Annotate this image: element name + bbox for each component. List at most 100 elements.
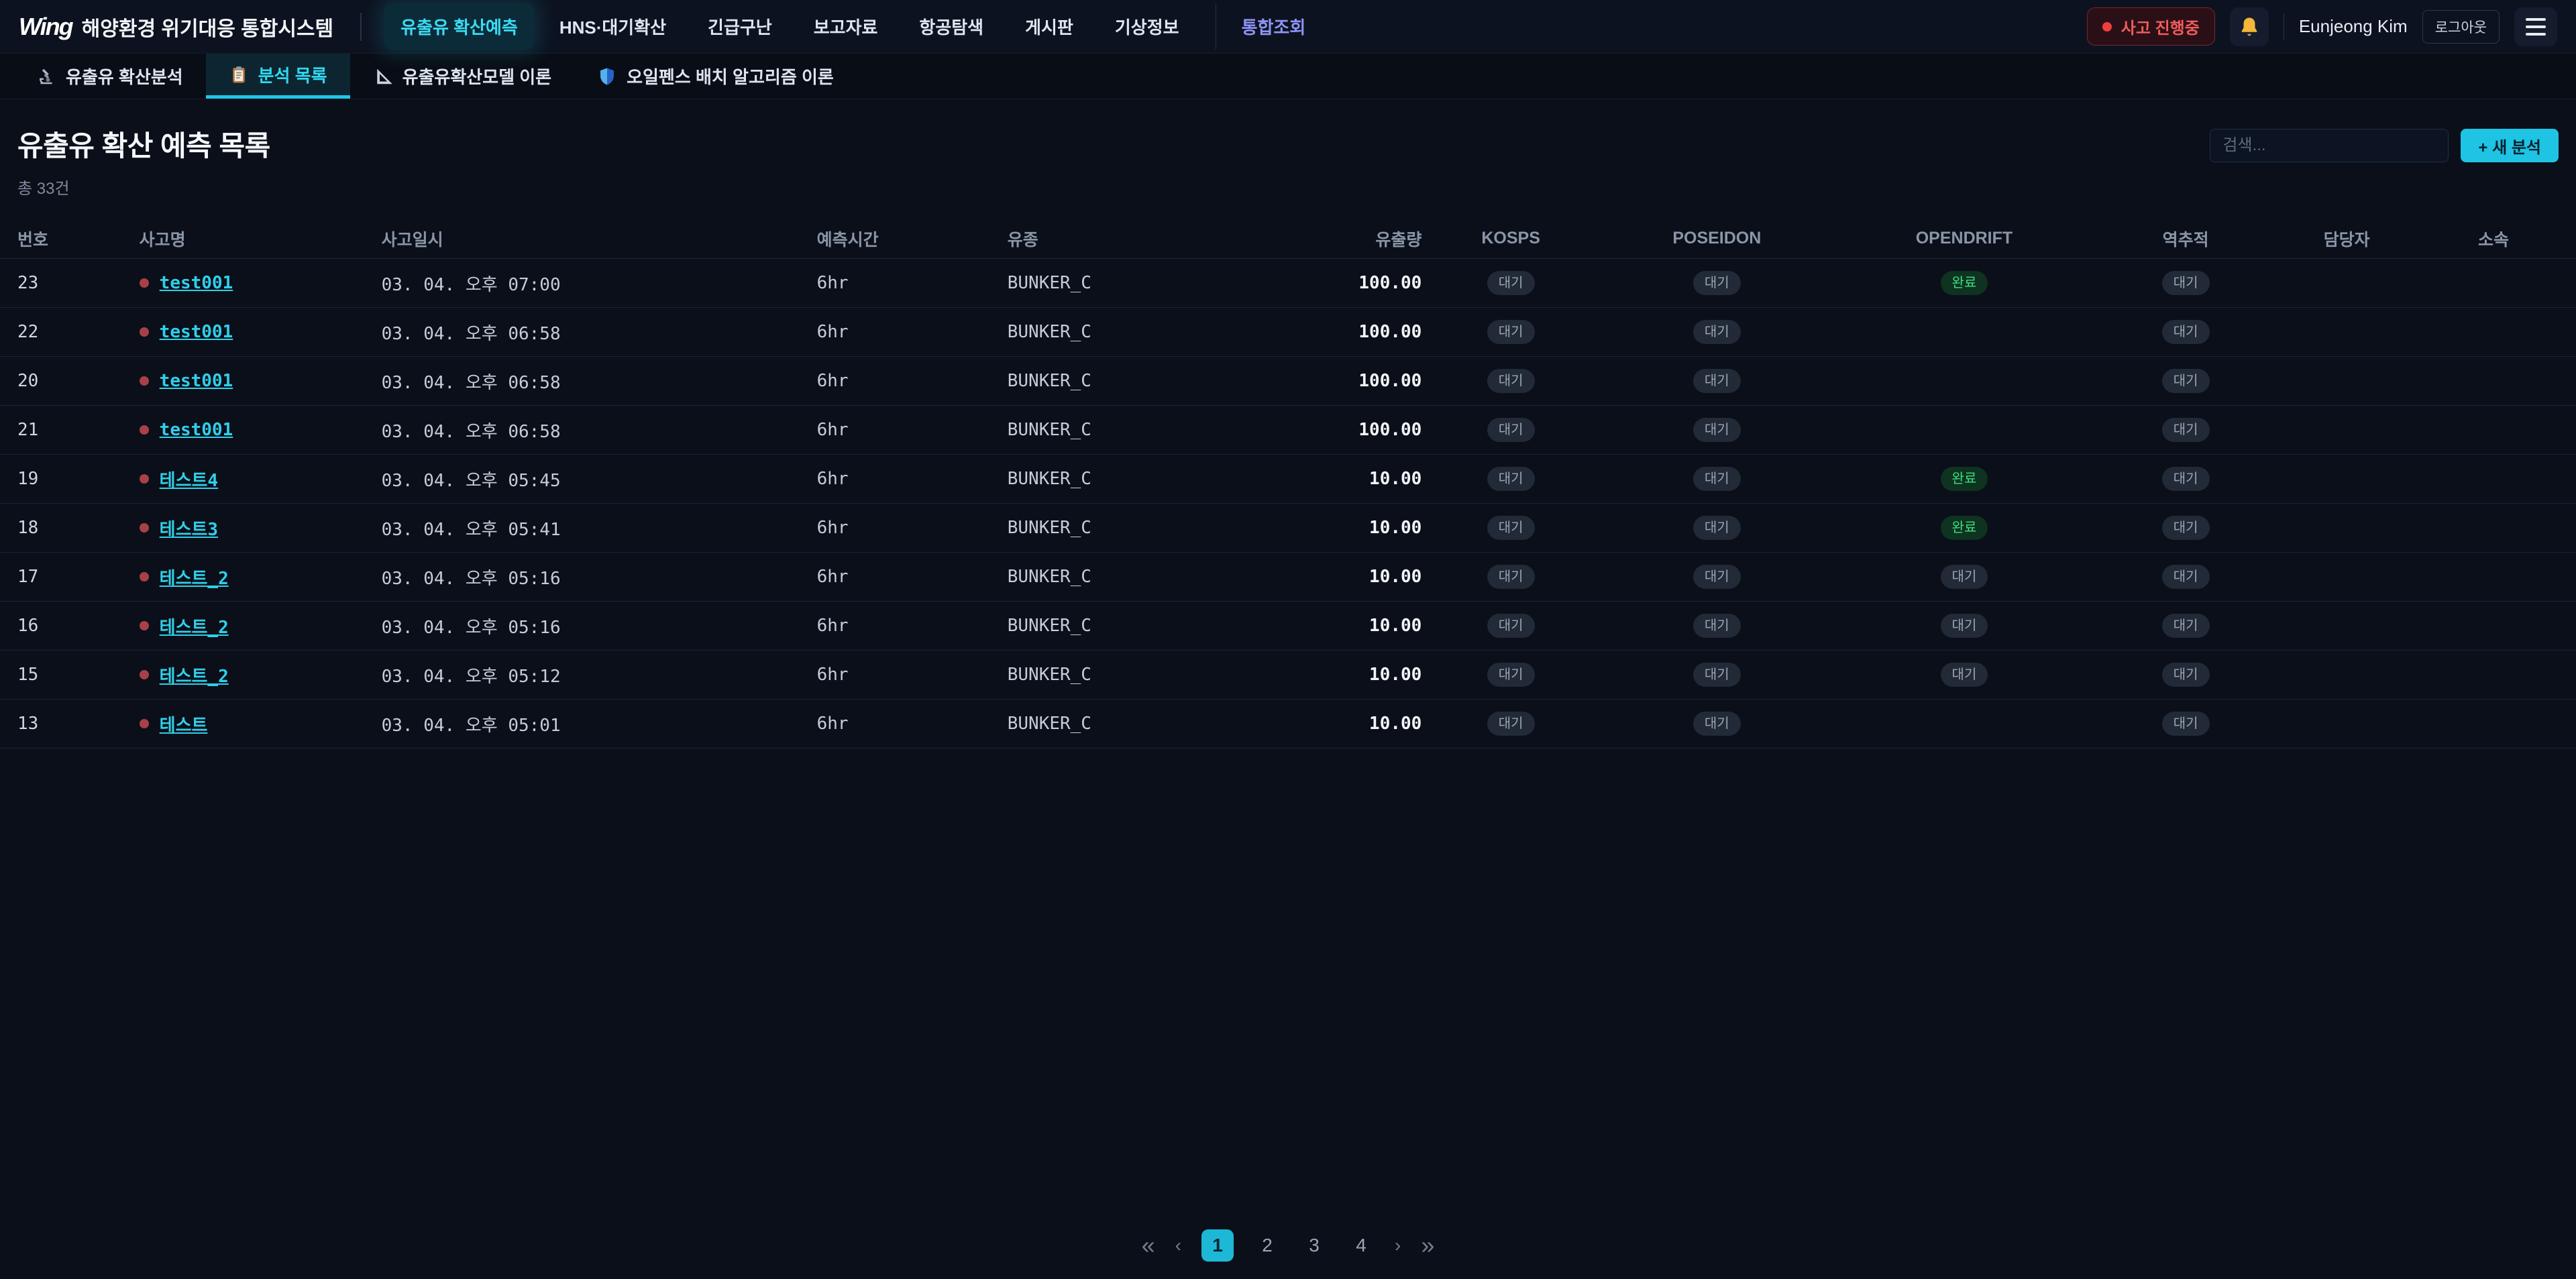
set-square-icon <box>373 66 393 87</box>
incident-name-link[interactable]: 테스트3 <box>160 516 218 541</box>
nav-item[interactable]: 보고자료 <box>798 3 894 50</box>
column-header: 역추적 <box>2089 227 2282 251</box>
backtrack-status-cell: 대기 <box>2089 614 2282 638</box>
new-analysis-button[interactable]: + 새 분석 <box>2461 129 2559 162</box>
last-page-button[interactable]: » <box>1421 1233 1434 1258</box>
spill-amount: 100.00 <box>1260 322 1428 342</box>
nav-item[interactable]: 항공탐색 <box>903 3 1000 50</box>
incident-datetime: 03. 04. 오후 05:16 <box>376 565 812 590</box>
kosps-status-cell: 대기 <box>1427 271 1595 295</box>
column-header: 사고명 <box>134 227 376 251</box>
incident-name-link[interactable]: 테스트 <box>160 712 208 736</box>
pagination: « ‹ 1234 › » <box>0 1229 2576 1262</box>
total-count: 총 33건 <box>17 175 270 199</box>
row-number: 22 <box>0 322 134 342</box>
incident-name-cell: 테스트_2 <box>134 663 376 687</box>
incident-datetime: 03. 04. 오후 05:16 <box>376 614 812 638</box>
poseidon-status-cell: 대기 <box>1595 467 1839 491</box>
backtrack-status-cell: 대기 <box>2089 467 2282 491</box>
incident-name-cell: 테스트3 <box>134 516 376 541</box>
incident-datetime: 03. 04. 오후 06:58 <box>376 320 812 345</box>
nav-item[interactable]: HNS·대기확산 <box>543 3 682 50</box>
forecast-duration: 6hr <box>812 567 1002 587</box>
page-button[interactable]: 4 <box>1348 1235 1375 1256</box>
kosps-status-cell: 대기 <box>1427 418 1595 442</box>
app-title: 해양환경 위기대응 통합시스템 <box>82 12 333 42</box>
table-row: 23 test001 03. 04. 오후 07:00 6hr BUNKER_C… <box>0 259 2576 308</box>
oil-type: BUNKER_C <box>1002 714 1260 734</box>
hamburger-menu-button[interactable] <box>2514 7 2557 46</box>
opendrift-status-cell: 대기 <box>1839 663 2089 687</box>
incident-name-link[interactable]: test001 <box>160 322 233 342</box>
incident-name-link[interactable]: 테스트_2 <box>160 565 229 590</box>
nav-item[interactable]: 게시판 <box>1009 3 1089 50</box>
forecast-duration: 6hr <box>812 665 1002 685</box>
prev-page-button[interactable]: ‹ <box>1175 1236 1181 1255</box>
incident-name-link[interactable]: test001 <box>160 273 233 293</box>
spill-amount: 10.00 <box>1260 469 1428 489</box>
kosps-status-cell: 대기 <box>1427 663 1595 687</box>
nav-right-cluster: 사고 진행중 Eunjeong Kim 로그아웃 <box>2087 7 2557 46</box>
backtrack-status-cell: 대기 <box>2089 271 2282 295</box>
status-badge: 대기 <box>2162 565 2210 589</box>
incident-name-link[interactable]: 테스트_2 <box>160 614 229 638</box>
incident-name-cell: test001 <box>134 322 376 342</box>
incident-in-progress-badge[interactable]: 사고 진행중 <box>2087 7 2215 46</box>
oil-type: BUNKER_C <box>1002 567 1260 587</box>
incident-badge-label: 사고 진행중 <box>2121 15 2200 38</box>
status-badge: 대기 <box>1693 467 1741 491</box>
current-page-button[interactable]: 1 <box>1201 1229 1234 1262</box>
status-badge: 대기 <box>1693 271 1741 295</box>
tab-label: 분석 목록 <box>258 62 327 87</box>
tab-oil-fence-algorithm-theory[interactable]: 오일펜스 배치 알고리즘 이론 <box>574 54 857 99</box>
spill-amount: 100.00 <box>1260 420 1428 440</box>
page-button[interactable]: 3 <box>1301 1235 1328 1256</box>
kosps-status-cell: 대기 <box>1427 369 1595 393</box>
incident-datetime: 03. 04. 오후 05:45 <box>376 467 812 492</box>
status-badge: 대기 <box>2162 271 2210 295</box>
incident-name-link[interactable]: 테스트4 <box>160 467 218 492</box>
notification-button[interactable] <box>2230 7 2269 46</box>
logout-button[interactable]: 로그아웃 <box>2422 10 2500 44</box>
incident-datetime: 03. 04. 오후 06:58 <box>376 418 812 443</box>
table-row: 16 테스트_2 03. 04. 오후 05:16 6hr BUNKER_C 1… <box>0 602 2576 651</box>
backtrack-status-cell: 대기 <box>2089 369 2282 393</box>
status-badge: 대기 <box>1487 467 1535 491</box>
poseidon-status-cell: 대기 <box>1595 565 1839 589</box>
tab-spill-analysis[interactable]: 유출유 확산분석 <box>13 54 206 99</box>
page-button[interactable]: 2 <box>1254 1235 1281 1256</box>
clipboard-icon <box>229 64 249 85</box>
incident-name-cell: test001 <box>134 420 376 440</box>
status-badge: 대기 <box>1941 614 1988 638</box>
status-badge: 대기 <box>1487 614 1535 638</box>
spill-amount: 10.00 <box>1260 616 1428 636</box>
status-badge: 대기 <box>1487 712 1535 736</box>
status-badge: 대기 <box>2162 712 2210 736</box>
status-badge: 대기 <box>1693 614 1741 638</box>
incident-name-link[interactable]: test001 <box>160 420 233 440</box>
first-page-button[interactable]: « <box>1142 1233 1155 1258</box>
row-number: 18 <box>0 518 134 538</box>
tab-analysis-list[interactable]: 분석 목록 <box>206 54 350 99</box>
nav-item[interactable]: 유출유 확산예측 <box>384 3 534 50</box>
next-page-button[interactable]: › <box>1395 1236 1401 1255</box>
page-number-list: 1234 <box>1201 1229 1375 1262</box>
incident-name-link[interactable]: 테스트_2 <box>160 663 229 687</box>
nav-item[interactable]: 통합조회 <box>1216 3 1322 50</box>
incident-name-cell: 테스트4 <box>134 467 376 492</box>
spill-amount: 100.00 <box>1260 371 1428 391</box>
incident-name-link[interactable]: test001 <box>160 371 233 391</box>
forecast-duration: 6hr <box>812 420 1002 440</box>
poseidon-status-cell: 대기 <box>1595 663 1839 687</box>
search-input[interactable] <box>2210 129 2449 162</box>
opendrift-status-cell: 완료 <box>1839 516 2089 540</box>
nav-item[interactable]: 긴급구난 <box>692 3 788 50</box>
poseidon-status-cell: 대기 <box>1595 516 1839 540</box>
table-row: 20 test001 03. 04. 오후 06:58 6hr BUNKER_C… <box>0 357 2576 406</box>
poseidon-status-cell: 대기 <box>1595 369 1839 393</box>
tab-diffusion-model-theory[interactable]: 유출유확산모델 이론 <box>350 54 575 99</box>
spill-amount: 10.00 <box>1260 518 1428 538</box>
nav-item[interactable]: 기상정보 <box>1099 3 1195 50</box>
forecast-duration: 6hr <box>812 714 1002 734</box>
status-badge: 대기 <box>1693 712 1741 736</box>
